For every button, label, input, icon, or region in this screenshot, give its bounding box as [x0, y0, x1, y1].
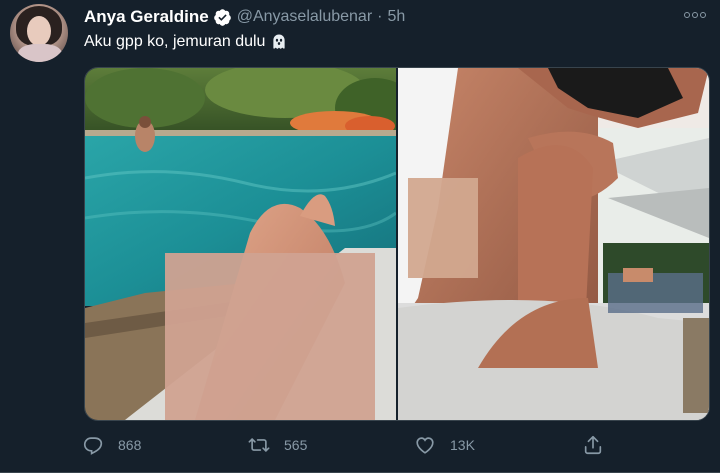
- tweet-timestamp[interactable]: 5h: [387, 8, 405, 26]
- ghost-icon: [270, 33, 288, 51]
- like-count: 13K: [450, 437, 475, 453]
- reply-icon: [82, 434, 104, 456]
- retweet-icon: [248, 434, 270, 456]
- display-name[interactable]: Anya Geraldine: [84, 7, 209, 27]
- like-button[interactable]: 13K: [414, 434, 475, 456]
- photo-sunglasses-lounger[interactable]: [398, 68, 709, 420]
- avatar-body: [18, 44, 62, 62]
- action-bar: 868 565 13K: [82, 434, 622, 458]
- avatar[interactable]: [10, 4, 68, 62]
- heart-icon: [414, 434, 436, 456]
- retweet-count: 565: [284, 437, 308, 453]
- avatar-face: [27, 16, 51, 46]
- tweet-text-row: Aku gpp ko, jemuran dulu: [84, 33, 288, 51]
- photo-pool-legs[interactable]: [85, 68, 396, 420]
- share-icon: [582, 434, 604, 456]
- share-button[interactable]: [582, 434, 604, 456]
- media-grid[interactable]: [84, 67, 710, 421]
- retweet-button[interactable]: 565: [248, 434, 307, 456]
- tweet-header: Anya Geraldine @Anyaselalubenar · 5h: [84, 6, 405, 28]
- reply-button[interactable]: 868: [82, 434, 141, 456]
- separator-dot: ·: [377, 8, 383, 25]
- reply-count: 868: [118, 437, 142, 453]
- tweet[interactable]: Anya Geraldine @Anyaselalubenar · 5h Aku…: [0, 0, 720, 473]
- author-handle[interactable]: @Anyaselalubenar: [237, 8, 372, 26]
- tweet-text: Aku gpp ko, jemuran dulu: [84, 33, 266, 50]
- verified-badge-icon: [213, 8, 232, 27]
- more-options-icon[interactable]: [684, 8, 706, 22]
